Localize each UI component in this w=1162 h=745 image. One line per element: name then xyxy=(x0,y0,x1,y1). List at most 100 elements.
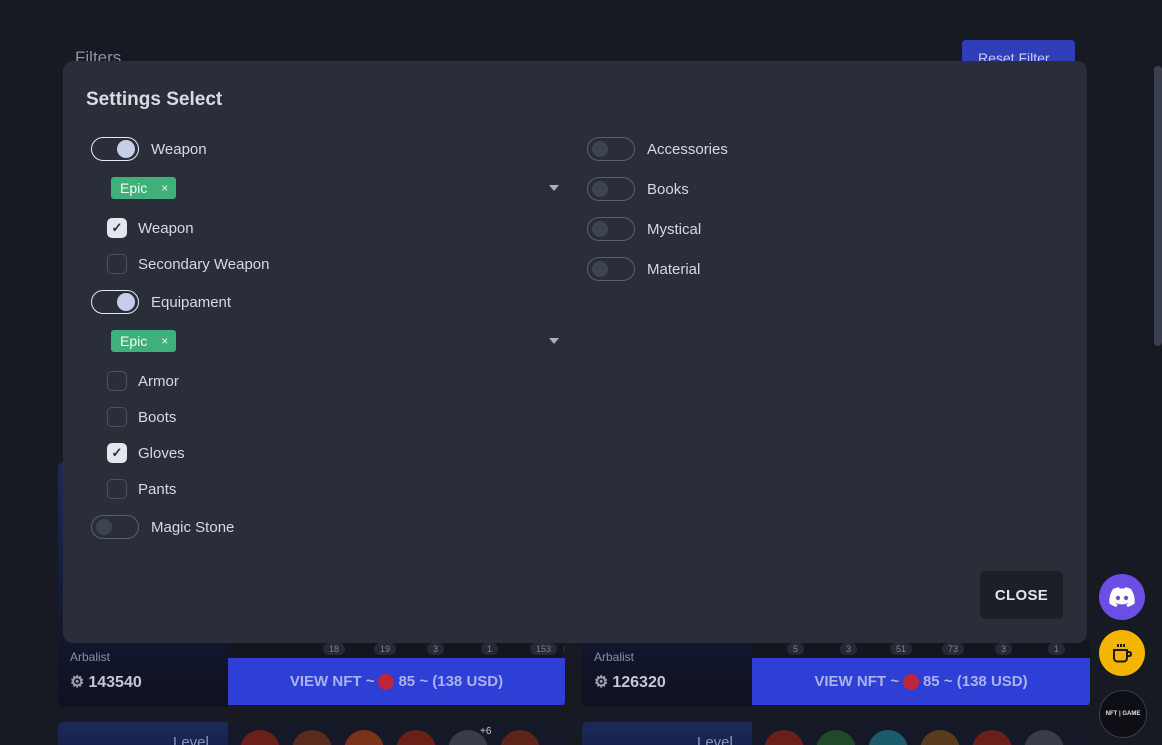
page-scrollbar[interactable] xyxy=(1154,66,1162,346)
rarity-chip-label: Epic xyxy=(120,333,148,349)
checkbox-label: Weapon xyxy=(138,219,194,237)
item-icon xyxy=(868,730,908,745)
stat-badge: 3 xyxy=(840,643,858,655)
toggle-knob xyxy=(117,293,135,311)
checkbox-label: Secondary Weapon xyxy=(138,255,270,273)
nft-card[interactable]: Level xyxy=(582,722,1090,745)
token-icon xyxy=(902,673,919,690)
weapon-rarity-select[interactable]: Epic × xyxy=(111,174,559,202)
checkbox-label: Pants xyxy=(138,480,177,498)
toggle-knob xyxy=(117,140,135,158)
nft-game-button[interactable]: NFT | GAME xyxy=(1099,690,1147,738)
toggle-knob xyxy=(592,221,608,237)
item-icon xyxy=(344,730,384,745)
level-label: Level xyxy=(173,734,209,745)
equipament-toggle-row[interactable]: Equipament xyxy=(91,290,231,314)
accessories-toggle[interactable] xyxy=(587,137,635,161)
equipament-toggle-label: Equipament xyxy=(151,293,232,311)
item-icon xyxy=(972,730,1012,745)
gear-icon: ⚙ xyxy=(70,674,85,691)
checkbox-row[interactable]: ✓ Gloves xyxy=(107,443,185,463)
rarity-chip-label: Epic xyxy=(120,180,148,196)
secondary-weapon-checkbox[interactable] xyxy=(107,254,127,274)
pants-checkbox[interactable] xyxy=(107,479,127,499)
equipament-rarity-select[interactable]: Epic × xyxy=(111,327,559,355)
accessories-toggle-row[interactable]: Accessories xyxy=(587,137,728,161)
mystical-toggle[interactable] xyxy=(587,217,635,241)
upgrade-badge: +6 xyxy=(480,726,492,737)
toggle-knob xyxy=(592,261,608,277)
view-nft-price: 85 ~ (138 USD) xyxy=(398,673,504,690)
material-toggle-row[interactable]: Material xyxy=(587,257,700,281)
checkbox-row[interactable]: Armor xyxy=(107,371,179,391)
stat-badge: 153 xyxy=(530,643,558,655)
weapon-toggle-row[interactable]: Weapon xyxy=(91,137,207,161)
settings-select-modal: Settings Select Weapon Epic × ✓ Weapon S… xyxy=(63,61,1087,643)
chip-remove-icon[interactable]: × xyxy=(161,334,168,348)
books-toggle[interactable] xyxy=(587,177,635,201)
gear-icon: ⚙ xyxy=(594,674,609,691)
checkbox-label: Armor xyxy=(138,372,179,390)
nft-id-value: 126320 xyxy=(612,674,666,691)
magic-stone-toggle-row[interactable]: Magic Stone xyxy=(91,515,234,539)
mystical-toggle-row[interactable]: Mystical xyxy=(587,217,701,241)
checkbox-row[interactable]: Pants xyxy=(107,479,176,499)
material-toggle[interactable] xyxy=(587,257,635,281)
chip-remove-icon[interactable]: × xyxy=(161,181,168,195)
nft-class: Arbalist xyxy=(70,650,111,664)
stat-badge: 73 xyxy=(942,643,965,655)
chevron-down-icon[interactable] xyxy=(549,338,559,344)
checkbox-row[interactable]: Boots xyxy=(107,407,176,427)
boots-checkbox[interactable] xyxy=(107,407,127,427)
item-icon xyxy=(816,730,856,745)
stat-badge: 1 xyxy=(481,643,499,655)
checkbox-row[interactable]: Secondary Weapon xyxy=(107,254,269,274)
coffee-button[interactable] xyxy=(1099,630,1145,676)
view-nft-price: 85 ~ (138 USD) xyxy=(922,673,1028,690)
weapon-checkbox[interactable]: ✓ xyxy=(107,218,127,238)
item-icon xyxy=(764,730,804,745)
item-icon xyxy=(920,730,960,745)
toggle-knob xyxy=(96,519,112,535)
close-button[interactable]: CLOSE xyxy=(980,571,1063,619)
coffee-icon xyxy=(1113,644,1133,663)
item-icon xyxy=(240,730,280,745)
armor-checkbox[interactable] xyxy=(107,371,127,391)
view-nft-button[interactable]: VIEW NFT ~ 85 ~ (138 USD) xyxy=(752,658,1090,705)
magic-stone-toggle-label: Magic Stone xyxy=(151,518,235,536)
rarity-chip: Epic × xyxy=(111,330,177,352)
stat-badge: 3 xyxy=(995,643,1013,655)
stat-badge: 3 xyxy=(427,643,445,655)
nft-card[interactable]: Level +6 xyxy=(58,722,565,745)
weapon-toggle[interactable] xyxy=(91,137,139,161)
stats-row xyxy=(228,642,565,658)
stat-badge: 19 xyxy=(374,643,397,655)
material-toggle-label: Material xyxy=(647,260,701,278)
nft-class: Arbalist xyxy=(594,650,635,664)
toggle-knob xyxy=(592,141,608,157)
item-icon xyxy=(500,730,540,745)
view-nft-label: VIEW NFT ~ xyxy=(814,673,899,690)
item-icon xyxy=(292,730,332,745)
modal-title: Settings Select xyxy=(86,89,223,110)
view-nft-label: VIEW NFT ~ xyxy=(289,673,375,690)
equipament-toggle[interactable] xyxy=(91,290,139,314)
stat-badge: 51 xyxy=(890,643,913,655)
nft-id-value: 143540 xyxy=(88,674,142,691)
stat-badge: 1 xyxy=(1048,643,1066,655)
discord-button[interactable] xyxy=(1099,574,1145,620)
checkbox-label: Gloves xyxy=(138,444,185,462)
nft-id: ⚙ 143540 xyxy=(70,672,142,692)
checkbox-label: Boots xyxy=(138,408,177,426)
books-toggle-row[interactable]: Books xyxy=(587,177,689,201)
books-toggle-label: Books xyxy=(647,180,689,198)
nft-id: ⚙ 126320 xyxy=(594,672,666,692)
checkbox-row[interactable]: ✓ Weapon xyxy=(107,218,194,238)
gloves-checkbox[interactable]: ✓ xyxy=(107,443,127,463)
magic-stone-toggle[interactable] xyxy=(91,515,139,539)
chevron-down-icon[interactable] xyxy=(549,185,559,191)
stat-badge: 5 xyxy=(787,643,805,655)
view-nft-button[interactable]: VIEW NFT ~ 85 ~ (138 USD) xyxy=(228,658,565,705)
accessories-toggle-label: Accessories xyxy=(647,140,728,158)
toggle-knob xyxy=(592,181,608,197)
